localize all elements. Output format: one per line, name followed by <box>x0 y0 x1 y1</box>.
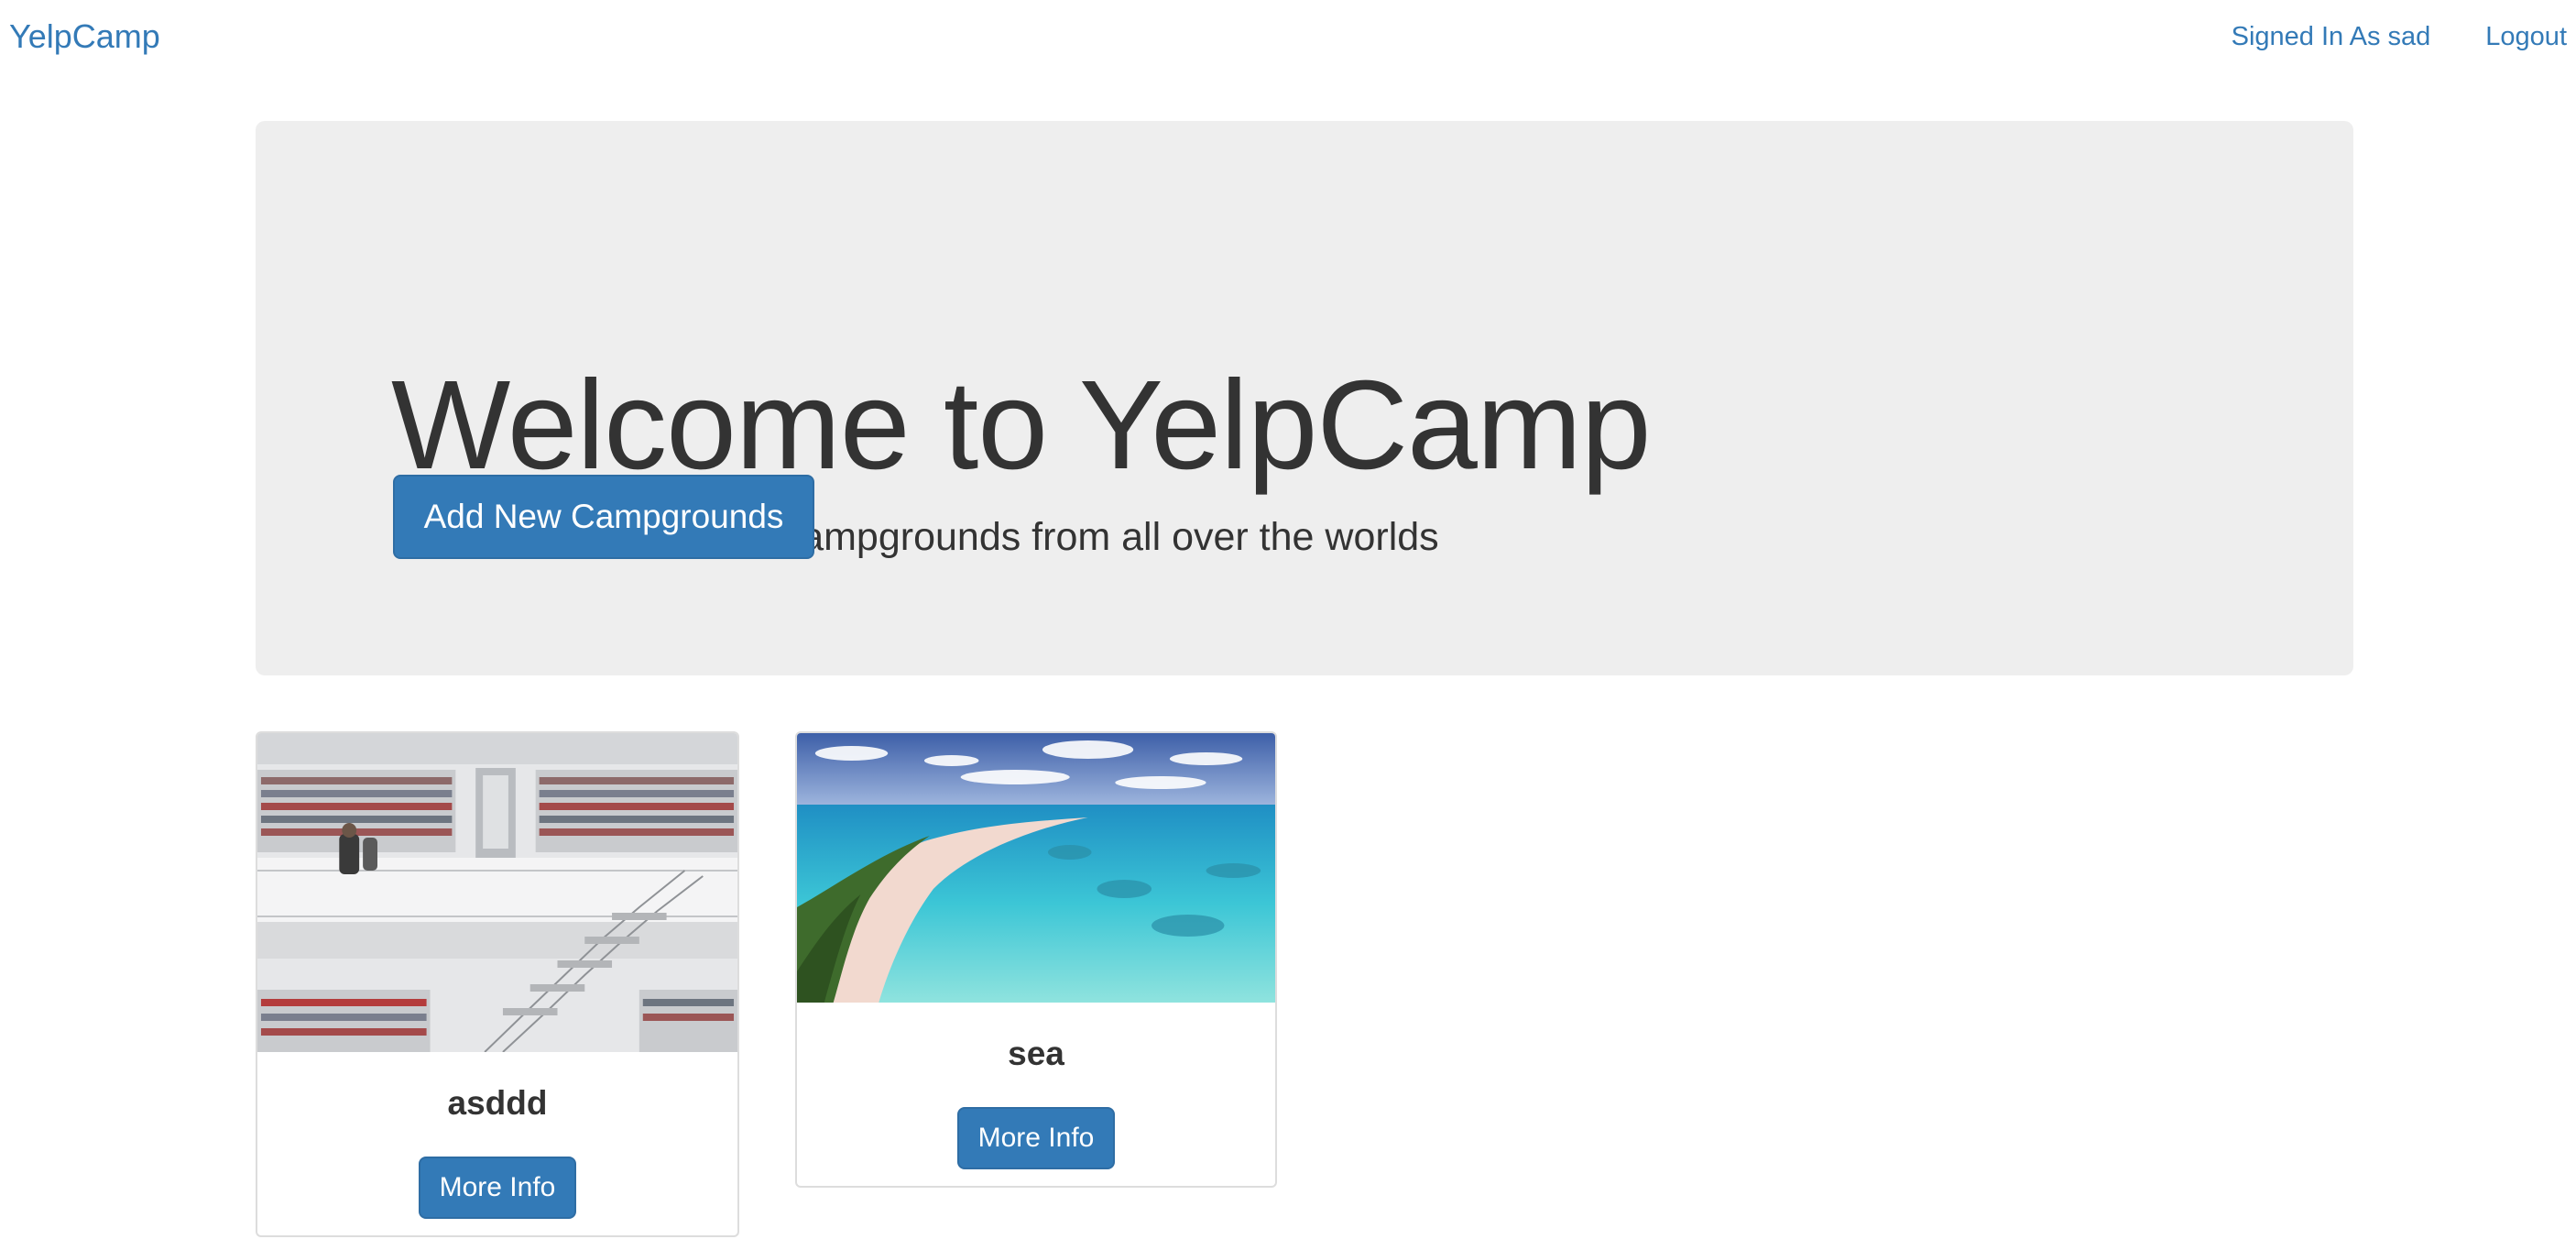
add-campground-button[interactable]: Add New Campgrounds <box>393 475 814 559</box>
page: YelpCamp Signed In As sad Logout Welcome… <box>0 0 2576 1250</box>
library-photo[interactable] <box>257 733 737 1052</box>
tropical-beach-photo[interactable] <box>797 733 1275 1003</box>
top-navbar: YelpCamp Signed In As sad Logout <box>0 0 2576 73</box>
campground-card: sea More Info <box>795 731 1277 1188</box>
campground-card: asddd More Info <box>256 731 739 1237</box>
page-title: Welcome to YelpCamp <box>391 355 1652 496</box>
brand-link[interactable]: YelpCamp <box>9 16 160 57</box>
signed-in-user-link[interactable]: Signed In As sad <box>2232 20 2431 53</box>
campground-name: asddd <box>447 1084 548 1122</box>
welcome-jumbotron: Welcome to YelpCamp View our hand-picked… <box>256 121 2353 675</box>
campground-name: sea <box>1008 1035 1064 1072</box>
logout-link[interactable]: Logout <box>2485 20 2567 53</box>
navbar-right: Signed In As sad Logout <box>2232 20 2567 53</box>
more-info-button[interactable]: More Info <box>419 1157 576 1219</box>
more-info-button[interactable]: More Info <box>957 1107 1115 1169</box>
